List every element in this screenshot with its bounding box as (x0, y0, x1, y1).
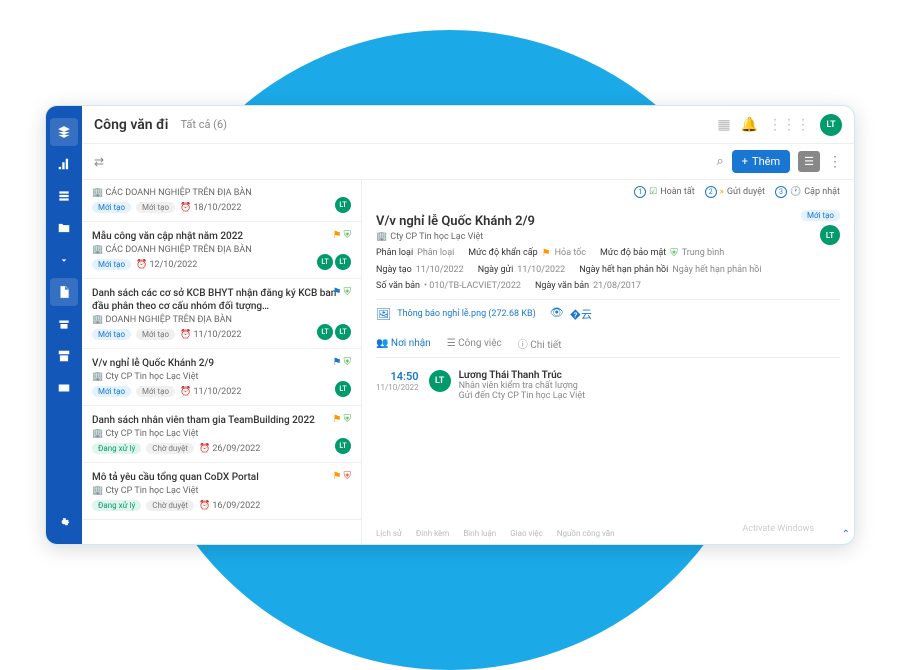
status-badge: Mới tạo (801, 210, 840, 221)
footer-tab[interactable]: Đính kèm (416, 529, 449, 538)
footer-tab[interactable]: Giao việc (510, 529, 543, 538)
search-icon[interactable]: ⌕ (716, 154, 723, 169)
step-1[interactable]: 2»Gửi duyệt (705, 186, 765, 198)
main-panel: Công văn đi Tất cả (6) ▦ 🔔 ⋮⋮⋮ LT ⇄ ⌕ + … (82, 106, 854, 544)
list-item[interactable]: V/v nghỉ lễ Quốc Khánh 2/9 🏢 Cty CP Tin … (82, 349, 361, 406)
bell-icon[interactable]: 🔔 (741, 117, 758, 133)
footer-tabs: Lịch sử Đính kèm Bình luận Giao việc Nguồn c… (376, 529, 615, 538)
list-item[interactable]: Mô tả yêu cầu tổng quan CoDX Portal 🏢 Ct… (82, 463, 361, 520)
tab-1[interactable]: ☰ Công việc (447, 336, 502, 351)
owner-avatar: LT (820, 225, 840, 245)
meta-item: Mức độ bảo mật⛨Trung bình (600, 248, 724, 259)
recipient-sent: Gửi đến Cty CP Tin học Lạc Việt (459, 391, 585, 401)
meta-item: Số văn bản• 010/TB-LACVIET/2022 (376, 281, 521, 291)
sidebar-chart-icon[interactable] (50, 150, 78, 178)
collapse-icon[interactable]: ⇄ (94, 155, 104, 169)
apps-icon[interactable]: ⋮⋮⋮ (768, 117, 810, 133)
activate-windows: Activate Windows (742, 524, 814, 534)
footer-tab[interactable]: Bình luận (463, 529, 496, 538)
footer-tab[interactable]: Nguồn công văn (557, 529, 615, 538)
sidebar-box-icon[interactable] (50, 310, 78, 338)
sidebar-download-icon[interactable] (50, 246, 78, 274)
page-title: Công văn đi (94, 117, 168, 133)
sidebar-list-icon[interactable] (50, 182, 78, 210)
detail-panel: 1☑Hoàn tất2»Gửi duyệt3🕐Cập nhật Mới tạo … (362, 180, 854, 544)
meta-item: Ngày hết hạn phản hồiNgày hết hạn phản h… (579, 265, 761, 275)
sidebar-settings-icon[interactable] (50, 508, 78, 536)
sidebar-folder-icon[interactable] (50, 214, 78, 242)
tab-0[interactable]: 👥 Nơi nhận (376, 336, 431, 351)
sidebar-archive-icon[interactable] (50, 342, 78, 370)
recipient-date: 11/10/2022 (376, 383, 419, 392)
step-2[interactable]: 3🕐Cập nhật (775, 186, 840, 198)
meta-item: Ngày văn bản21/08/2017 (535, 281, 641, 291)
meta-item: Ngày gửi11/10/2022 (478, 265, 566, 275)
file-name[interactable]: Thông báo nghỉ lễ.png (272.68 KB) (397, 309, 535, 319)
workflow-steps: 1☑Hoàn tất 2»Gửi duyệt 3🕐Cập nhật (634, 186, 840, 198)
list-item[interactable]: 🏢 CÁC DOANH NGHIỆP TRÊN ĐỊA BÀN Mới tạoM… (82, 180, 361, 222)
sidebar-doc-icon[interactable] (50, 278, 78, 306)
meta-item: Ngày tạo11/10/2022 (376, 265, 464, 275)
detail-company: 🏢 Cty CP Tin học Lạc Việt (376, 232, 840, 242)
list-item[interactable]: Danh sách nhân viên tham gia TeamBuildin… (82, 406, 361, 463)
meta-item: Phân loạiPhân loại (376, 248, 454, 259)
add-button[interactable]: + Thêm (732, 150, 790, 173)
view-toggle[interactable]: ☰ (798, 151, 820, 172)
meta-item: Mức độ khẩn cấp⚑Hỏa tốc (468, 248, 586, 259)
list-item[interactable]: Mẫu công văn cập nhật năm 2022 🏢 CÁC DOA… (82, 222, 361, 279)
more-icon[interactable]: ⋮ (828, 154, 842, 170)
recipient-time: 14:50 (376, 370, 419, 383)
tab-2[interactable]: ⓘ Chi tiết (518, 336, 562, 351)
sidebar-card-icon[interactable] (50, 374, 78, 402)
app-window: Công văn đi Tất cả (6) ▦ 🔔 ⋮⋮⋮ LT ⇄ ⌕ + … (45, 105, 855, 545)
filter-label[interactable]: Tất cả (6) (180, 118, 227, 131)
toolbar: ⇄ ⌕ + Thêm ☰ ⋮ (82, 144, 854, 180)
document-list[interactable]: 🏢 CÁC DOANH NGHIỆP TRÊN ĐỊA BÀN Mới tạoM… (82, 180, 362, 544)
recipient-row: 14:50 11/10/2022 LT Lương Thái Thanh Trú… (376, 370, 840, 401)
content: 🏢 CÁC DOANH NGHIỆP TRÊN ĐỊA BÀN Mới tạoM… (82, 180, 854, 544)
footer-tab[interactable]: Lịch sử (376, 529, 402, 538)
download-file-icon[interactable]: �云 (570, 306, 592, 322)
detail-title: V/v nghỉ lễ Quốc Khánh 2/9 (376, 214, 840, 229)
attachment-row: 🖼 Thông báo nghỉ lễ.png (272.68 KB) 👁 �云 (376, 299, 840, 328)
list-item[interactable]: Danh sách các cơ sở KCB BHYT nhận đăng k… (82, 279, 361, 349)
sidebar-logo-icon[interactable] (50, 118, 78, 146)
recipient-name: Lương Thái Thanh Trúc (459, 370, 585, 381)
recipient-avatar: LT (429, 370, 451, 392)
scroll-indicator[interactable]: ⌃ (842, 529, 850, 540)
file-icon: 🖼 (376, 307, 391, 321)
view-file-icon[interactable]: 👁 (550, 306, 564, 322)
recipient-role: Nhân viên kiểm tra chất lượng (459, 381, 585, 391)
detail-tabs: 👥 Nơi nhận ☰ Công việc ⓘ Chi tiết (376, 336, 840, 358)
step-0[interactable]: 1☑Hoàn tất (634, 186, 695, 198)
user-avatar[interactable]: LT (820, 114, 842, 136)
calendar-icon[interactable]: ▦ (717, 117, 730, 133)
header: Công văn đi Tất cả (6) ▦ 🔔 ⋮⋮⋮ LT (82, 106, 854, 144)
sidebar (46, 106, 82, 544)
